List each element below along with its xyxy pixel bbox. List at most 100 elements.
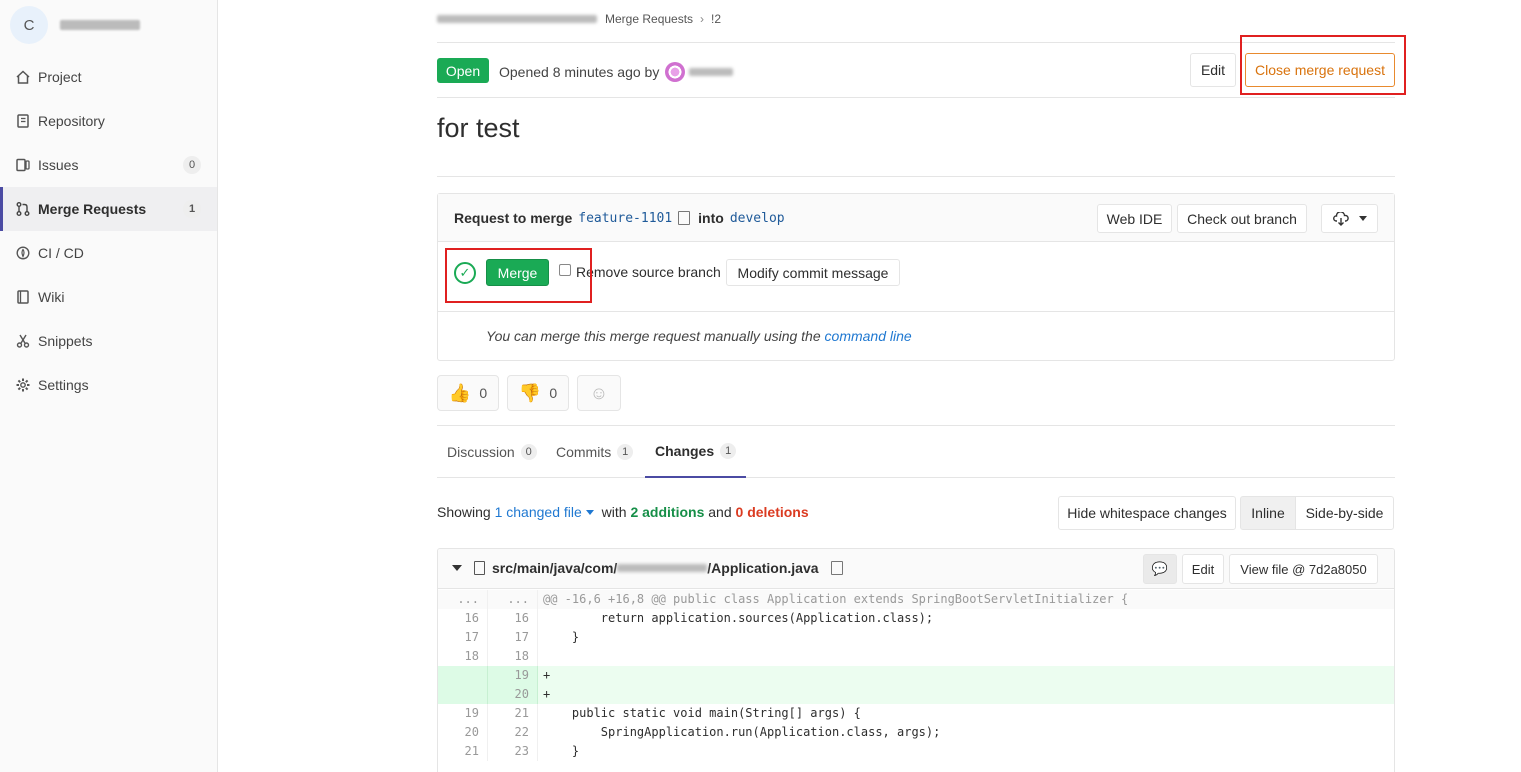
diff-lines: ... ... @@ -16,6 +16,8 @@ public class A… <box>438 590 1394 761</box>
highlight-box-merge <box>445 248 592 303</box>
sidebar-item-merge-requests[interactable]: Merge Requests 1 <box>0 187 217 231</box>
file-path: src/main/java/com/ /Application.java <box>452 560 851 576</box>
opened-text: Opened 8 minutes ago by <box>499 64 660 80</box>
sidebar-item-label: CI / CD <box>38 245 84 261</box>
modify-commit-message-button[interactable]: Modify commit message <box>726 259 900 286</box>
sidebar-item-snippets[interactable]: Snippets <box>0 319 217 363</box>
download-icon <box>1332 211 1349 226</box>
breadcrumb-merge-requests[interactable]: Merge Requests <box>605 12 693 26</box>
rocket-icon <box>14 245 31 262</box>
sidebar-item-ci-cd[interactable]: CI / CD <box>0 231 217 275</box>
target-branch-link[interactable]: develop <box>730 211 785 226</box>
edit-button[interactable]: Edit <box>1190 53 1236 87</box>
merge-branch-info: Request to merge feature-1101 into devel… <box>454 210 791 226</box>
thumbs-up-button[interactable]: 👍 0 <box>437 375 499 411</box>
new-line-number[interactable]: 18 <box>488 647 538 666</box>
caret-down-icon[interactable] <box>585 510 594 515</box>
home-icon <box>14 69 31 86</box>
breadcrumb-current[interactable]: !2 <box>711 12 721 26</box>
sidebar-item-project[interactable]: Project <box>0 55 217 99</box>
add-reaction-button[interactable]: ☺ <box>577 375 621 411</box>
sidebar: C Project Repository Issues 0 Merge Requ… <box>0 0 218 772</box>
remove-source-branch-label[interactable]: Remove source branch <box>576 264 721 280</box>
project-header[interactable]: C <box>0 0 217 50</box>
diff-file: src/main/java/com/ /Application.java 💬 E… <box>437 548 1395 772</box>
diff-file-header: src/main/java/com/ /Application.java 💬 E… <box>438 549 1394 589</box>
old-line-number[interactable]: 17 <box>438 628 488 647</box>
old-line-number[interactable]: 20 <box>438 723 488 742</box>
new-line-number[interactable]: 17 <box>488 628 538 647</box>
and-text: and <box>708 504 732 520</box>
old-line-number[interactable]: 18 <box>438 647 488 666</box>
project-name-redacted[interactable] <box>60 20 140 30</box>
edit-file-button[interactable]: Edit <box>1182 554 1224 584</box>
issues-icon <box>14 157 31 174</box>
thumbs-down-count: 0 <box>549 385 558 401</box>
view-file-button[interactable]: View file @ 7d2a8050 <box>1229 554 1378 584</box>
tab-discussion[interactable]: Discussion 0 <box>437 426 547 478</box>
tab-count: 0 <box>520 444 537 460</box>
hide-whitespace-button[interactable]: Hide whitespace changes <box>1058 496 1236 530</box>
old-line-number[interactable]: 21 <box>438 742 488 761</box>
file-icon <box>474 561 485 575</box>
author-name-redacted[interactable] <box>689 68 734 76</box>
new-line-number[interactable]: 21 <box>488 704 538 723</box>
file-path-prefix[interactable]: src/main/java/com/ <box>492 560 617 576</box>
line-code: + <box>543 687 551 701</box>
new-line-number[interactable]: ... <box>488 590 538 609</box>
tab-changes[interactable]: Changes 1 <box>645 426 747 478</box>
web-ide-button[interactable]: Web IDE <box>1097 204 1172 233</box>
thumbs-down-icon: 👎 <box>518 382 542 403</box>
inline-view-button[interactable]: Inline <box>1240 496 1296 530</box>
collapse-toggle-icon[interactable] <box>452 565 462 571</box>
line-code: } <box>543 744 580 758</box>
file-path-suffix[interactable]: /Application.java <box>707 560 818 576</box>
project-avatar[interactable]: C <box>10 6 48 44</box>
source-branch-link[interactable]: feature-1101 <box>578 211 672 226</box>
check-out-branch-button[interactable]: Check out branch <box>1177 204 1307 233</box>
chevron-right-icon: › <box>700 12 705 26</box>
command-line-link[interactable]: command line <box>825 328 912 344</box>
changed-files-dropdown[interactable]: 1 changed file <box>495 504 582 520</box>
new-line-number[interactable]: 23 <box>488 742 538 761</box>
file-path-redacted[interactable] <box>617 564 708 572</box>
scissors-icon <box>14 333 31 350</box>
new-line-number[interactable]: 19 <box>488 666 538 685</box>
line-code: SpringApplication.run(Application.class,… <box>543 725 941 739</box>
thumbs-down-button[interactable]: 👎 0 <box>507 375 569 411</box>
sidebar-item-settings[interactable]: Settings <box>0 363 217 407</box>
additions-count: 2 additions <box>630 504 705 520</box>
deletions-count: 0 deletions <box>735 504 809 520</box>
chevron-down-icon <box>1358 216 1367 221</box>
side-by-side-view-button[interactable]: Side-by-side <box>1295 496 1394 530</box>
diff-line: 18 18 <box>438 647 1394 666</box>
merge-request-tabs: Discussion 0 Commits 1 Changes 1 <box>437 425 1395 478</box>
sidebar-item-repository[interactable]: Repository <box>0 99 217 143</box>
old-line-number[interactable]: 16 <box>438 609 488 628</box>
diff-line: 19 21 public static void main(String[] a… <box>438 704 1394 723</box>
new-line-number[interactable]: 16 <box>488 609 538 628</box>
old-line-number[interactable]: ... <box>438 590 488 609</box>
breadcrumb-redacted-path[interactable] <box>437 15 597 23</box>
old-line-number[interactable] <box>438 685 488 704</box>
divider <box>437 97 1395 98</box>
old-line-number[interactable] <box>438 666 488 685</box>
copy-icon[interactable] <box>678 211 691 225</box>
tab-label: Discussion <box>447 444 515 460</box>
manual-merge-text: You can merge this merge request manuall… <box>486 328 821 344</box>
showing-text: Showing <box>437 504 491 520</box>
gear-icon <box>14 377 31 394</box>
sidebar-item-label: Wiki <box>38 289 65 305</box>
toggle-comments-button[interactable]: 💬 <box>1143 554 1177 584</box>
sidebar-item-label: Snippets <box>38 333 93 349</box>
tab-commits[interactable]: Commits 1 <box>546 426 643 478</box>
download-dropdown-button[interactable] <box>1321 204 1378 233</box>
old-line-number[interactable]: 19 <box>438 704 488 723</box>
sidebar-item-wiki[interactable]: Wiki <box>0 275 217 319</box>
sidebar-item-issues[interactable]: Issues 0 <box>0 143 217 187</box>
new-line-number[interactable]: 22 <box>488 723 538 742</box>
author-avatar[interactable] <box>665 62 686 82</box>
new-line-number[interactable]: 20 <box>488 685 538 704</box>
copy-icon[interactable] <box>830 561 843 575</box>
diff-line-added: 20 + <box>438 685 1394 704</box>
